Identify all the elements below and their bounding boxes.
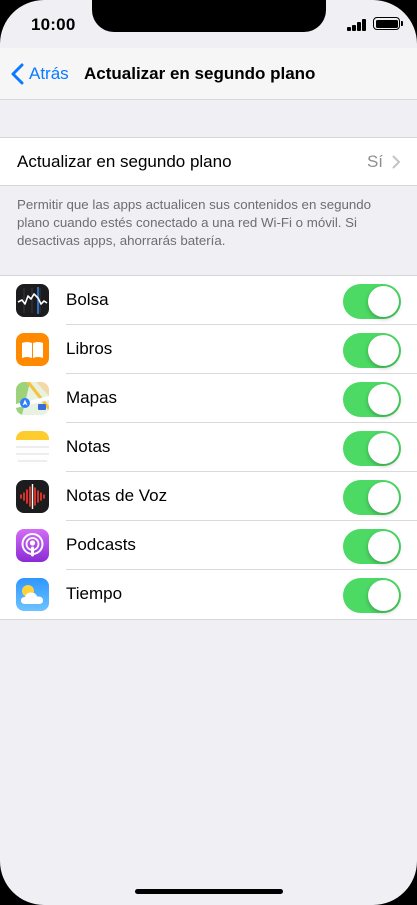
page-title: Actualizar en segundo plano <box>84 64 316 83</box>
status-time: 10:00 <box>31 15 76 34</box>
phone-screen: 10:00 Atrás Actualizar en segundo plano … <box>0 0 417 905</box>
navigation-bar: Atrás Actualizar en segundo plano <box>0 48 417 100</box>
status-bar: 10:00 <box>0 0 417 50</box>
background-refresh-setting-row[interactable]: Actualizar en segundo plano Sí <box>0 137 417 186</box>
apps-list: Bolsa Libros Mapas Notas Notas de Voz Po… <box>0 275 417 620</box>
back-button[interactable]: Atrás <box>10 62 69 86</box>
list-item-notas-de-voz: Notas de Voz <box>0 472 417 521</box>
list-item-tiempo: Tiempo <box>0 570 417 619</box>
back-label: Atrás <box>29 64 69 83</box>
toggle-bolsa[interactable] <box>343 284 401 319</box>
app-name: Mapas <box>66 388 118 407</box>
weather-icon <box>16 578 49 611</box>
app-name: Notas <box>66 437 111 456</box>
toggle-tiempo[interactable] <box>343 578 401 613</box>
list-item-podcasts: Podcasts <box>0 521 417 570</box>
podcasts-icon <box>16 529 49 562</box>
list-item-notas: Notas <box>0 423 417 472</box>
background-refresh-value: Sí <box>366 152 383 171</box>
toggle-notas[interactable] <box>343 431 401 466</box>
toggle-libros[interactable] <box>343 333 401 368</box>
battery-icon <box>373 17 403 30</box>
books-icon <box>16 333 49 366</box>
background-refresh-label: Actualizar en segundo plano <box>17 152 232 171</box>
voice-memos-icon <box>16 480 49 513</box>
maps-icon <box>16 382 49 415</box>
toggle-podcasts[interactable] <box>343 529 401 564</box>
app-name: Libros <box>66 339 113 358</box>
app-name: Notas de Voz <box>66 486 168 505</box>
toggle-notas-de-voz[interactable] <box>343 480 401 515</box>
stocks-icon <box>16 284 49 317</box>
notes-icon <box>16 431 49 464</box>
list-item-bolsa: Bolsa <box>0 276 417 325</box>
app-name: Bolsa <box>66 290 109 309</box>
section-footnote: Permitir que las apps actualicen sus con… <box>17 197 372 248</box>
toggle-mapas[interactable] <box>343 382 401 417</box>
list-item-libros: Libros <box>0 325 417 374</box>
chevron-right-icon <box>392 155 400 169</box>
home-indicator[interactable] <box>135 889 283 894</box>
notch <box>92 0 326 32</box>
cellular-signal-icon <box>347 19 367 31</box>
app-name: Podcasts <box>66 535 136 554</box>
app-name: Tiempo <box>66 584 123 603</box>
list-item-mapas: Mapas <box>0 374 417 423</box>
chevron-left-icon <box>11 63 24 85</box>
